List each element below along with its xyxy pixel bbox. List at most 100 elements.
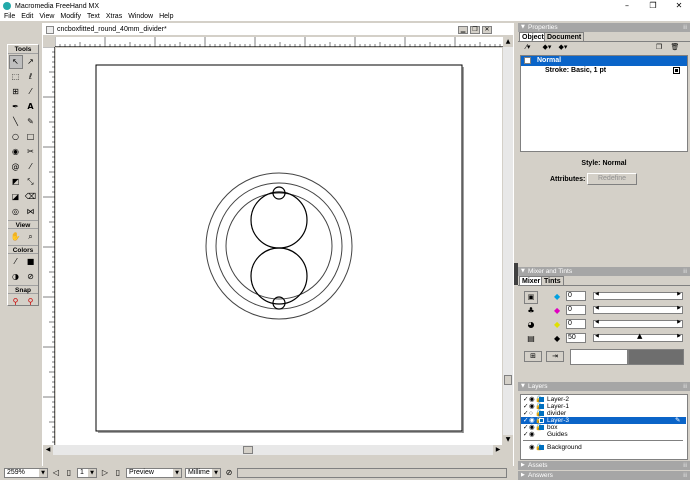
vertical-scroll-thumb[interactable] [504, 375, 512, 385]
units-select[interactable]: Millime ▼ [185, 468, 221, 478]
brush-tool-icon[interactable]: ⁄ [24, 160, 38, 174]
reflect-tool-icon[interactable]: ◪ [9, 190, 23, 204]
tab-tints[interactable]: Tints [541, 276, 564, 285]
trace-tool-icon[interactable]: ⊞ [9, 85, 23, 99]
cyan-value-field[interactable]: 0 [566, 291, 586, 301]
scroll-left-icon[interactable]: ◀ [43, 445, 53, 455]
layer-color-swatch[interactable] [539, 411, 544, 416]
menu-edit[interactable]: Edit [21, 13, 33, 20]
black-slider-thumb[interactable]: ▲ [637, 332, 642, 340]
alert-icon[interactable]: ⊘ [224, 468, 234, 478]
minimize-icon[interactable]: – [620, 1, 634, 11]
subselect-tool-icon[interactable]: ↗ [24, 55, 38, 69]
horizontal-ruler[interactable] [55, 37, 503, 47]
tab-document[interactable]: Document [544, 32, 585, 41]
units-dropdown-icon[interactable]: ▼ [212, 469, 220, 477]
vertical-ruler[interactable] [43, 47, 55, 445]
stroke-color-icon[interactable]: ⁄ [9, 255, 23, 269]
hotspot-tool-icon[interactable]: ◎ [9, 205, 23, 219]
answers-grip-icon[interactable]: ⁞⁞ [683, 471, 687, 480]
menu-help[interactable]: Help [159, 13, 173, 20]
add-to-swatches-icon[interactable]: ⊞ [524, 351, 542, 362]
horizontal-scroll-thumb[interactable] [243, 446, 253, 454]
menu-file[interactable]: File [4, 13, 15, 20]
add-effect-icon[interactable]: ◆▾ [556, 43, 570, 52]
knife-tool-icon[interactable]: ✂ [24, 145, 38, 159]
vertical-scrollbar[interactable]: ▲ ▼ [503, 37, 513, 445]
delete-item-icon[interactable]: 🗑 [670, 43, 680, 52]
answers-panel-header[interactable]: ▶ Answers ⁞⁞ [518, 471, 690, 480]
shear-tool-icon[interactable]: ◩ [9, 175, 23, 189]
yellow-slider[interactable]: ◀ ▶ [593, 319, 683, 328]
layer-row-layer-2[interactable]: ✓◉🔒 Layer-2 [521, 396, 686, 403]
magenta-slider[interactable]: ◀ ▶ [593, 305, 683, 314]
layer-color-swatch[interactable] [539, 397, 544, 402]
properties-panel-header[interactable]: ▼ Properties ⁞⁞ [518, 23, 690, 32]
rgb-mode-icon[interactable]: ♣ [524, 306, 538, 319]
mixer-grip-icon[interactable]: ⁞⁞ [683, 267, 687, 276]
layers-collapse-arrow-icon[interactable]: ▼ [521, 382, 525, 391]
eraser-tool-icon[interactable]: ⌫ [24, 190, 38, 204]
zoom-tool-icon[interactable]: ⌕ [24, 230, 38, 244]
layer-color-swatch[interactable] [539, 445, 544, 450]
render-mode-select[interactable]: Preview ▼ [126, 468, 182, 478]
page-number-select[interactable]: 1 ▼ [77, 468, 97, 478]
layer-row-layer-3[interactable]: ✓◉🔒 Layer-3 ✎ [521, 417, 686, 424]
hls-mode-icon[interactable]: ◕ [524, 320, 538, 333]
doc-minimize-icon[interactable]: ▁ [458, 26, 468, 34]
zoom-select[interactable]: 259% ▼ [4, 468, 48, 478]
snap-to-guides-icon[interactable]: ⚲ [24, 295, 38, 309]
layer-row-background[interactable]: ◉🔒 Background [521, 444, 686, 451]
restore-icon[interactable]: ❐ [646, 1, 660, 11]
fill-color-icon[interactable]: ■ [24, 255, 38, 269]
spiral-tool-icon[interactable]: @ [9, 160, 23, 174]
blend-tool-icon[interactable]: ⋈ [24, 205, 38, 219]
text-tool-icon[interactable]: A [24, 100, 38, 114]
page-icon[interactable]: ▯ [64, 468, 74, 478]
line-tool-icon[interactable]: ╲ [9, 115, 23, 129]
panel-grip-icon[interactable]: ⁞⁞ [683, 23, 687, 32]
scale-tool-icon[interactable]: ⤡ [24, 175, 38, 189]
tab-object[interactable]: Object [519, 32, 547, 41]
page-dropdown-icon[interactable]: ▼ [88, 469, 96, 477]
layers-panel-header[interactable]: ▼ Layers ⁞⁞ [518, 382, 690, 391]
doc-close-icon[interactable]: ✕ [482, 26, 492, 34]
add-fill-icon[interactable]: ◆▾ [540, 43, 554, 52]
menu-view[interactable]: View [39, 13, 54, 20]
answers-expand-arrow-icon[interactable]: ▶ [521, 471, 525, 480]
add-stroke-icon[interactable]: ⁄▾ [521, 43, 535, 52]
layer-color-swatch[interactable] [539, 418, 544, 423]
doc-restore-icon[interactable]: ❐ [470, 26, 480, 34]
scroll-up-icon[interactable]: ▲ [503, 37, 513, 47]
layer-row-box[interactable]: ✓◉🔒 box [521, 424, 686, 431]
menu-xtras[interactable]: Xtras [106, 13, 122, 20]
rectangle-tool-icon[interactable]: □ [24, 130, 38, 144]
zoom-dropdown-icon[interactable]: ▼ [39, 469, 47, 477]
layer-row-guides[interactable]: ✓ ◉ Guides [521, 431, 686, 438]
snap-to-point-icon[interactable]: ⚲ [9, 295, 23, 309]
layer-color-swatch[interactable] [539, 425, 544, 430]
freeform-tool-icon[interactable]: ◉ [9, 145, 23, 159]
layers-grip-icon[interactable]: ⁞⁞ [683, 382, 687, 391]
layer-color-swatch[interactable] [539, 404, 544, 409]
collapse-arrow-icon[interactable]: ▼ [521, 23, 525, 32]
assets-grip-icon[interactable]: ⁞⁞ [683, 461, 687, 470]
scroll-down-icon[interactable]: ▼ [503, 435, 513, 445]
system-color-icon[interactable]: ▤ [524, 334, 538, 347]
hand-tool-icon[interactable]: ✋ [9, 230, 23, 244]
menu-modify[interactable]: Modify [60, 13, 81, 20]
assets-panel-header[interactable]: ▶ Assets ⁞⁞ [518, 461, 690, 470]
no-color-icon[interactable]: ⊘ [24, 270, 38, 284]
close-icon[interactable]: ✕ [672, 1, 686, 11]
cyan-slider[interactable]: ◀ ▶ [593, 291, 683, 300]
yellow-value-field[interactable]: 0 [566, 319, 586, 329]
document-settings-icon[interactable]: ▯ [113, 468, 123, 478]
drawing-canvas[interactable] [56, 48, 502, 445]
list-item-normal[interactable]: Normal [521, 56, 687, 66]
pencil-tool-icon[interactable]: ✎ [24, 115, 38, 129]
assets-expand-arrow-icon[interactable]: ▶ [521, 461, 525, 470]
black-slider[interactable]: ◀ ▲ ▶ [593, 332, 683, 342]
mixer-panel-header[interactable]: ▼ Mixer and Tints ⁞⁞ [518, 267, 690, 276]
list-item-stroke[interactable]: Stroke: Basic, 1 pt [521, 66, 687, 76]
redefine-button[interactable]: Redefine [587, 173, 637, 185]
